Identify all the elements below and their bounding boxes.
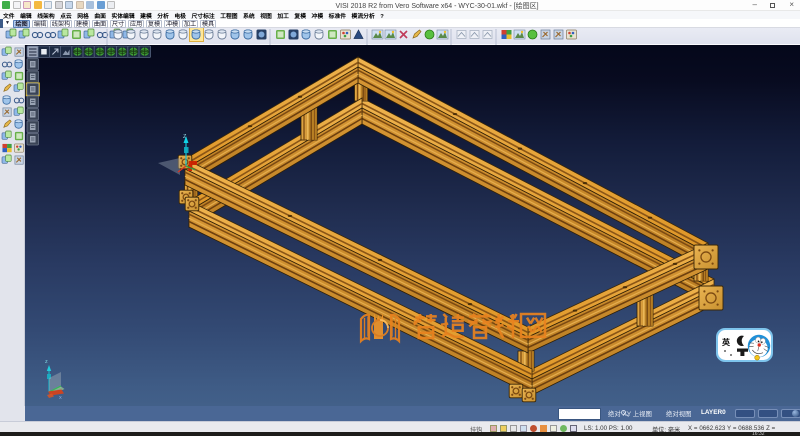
svg-text:英: 英 [721,337,731,347]
svg-text:z: z [45,359,48,365]
svg-text:x: x [59,395,62,401]
